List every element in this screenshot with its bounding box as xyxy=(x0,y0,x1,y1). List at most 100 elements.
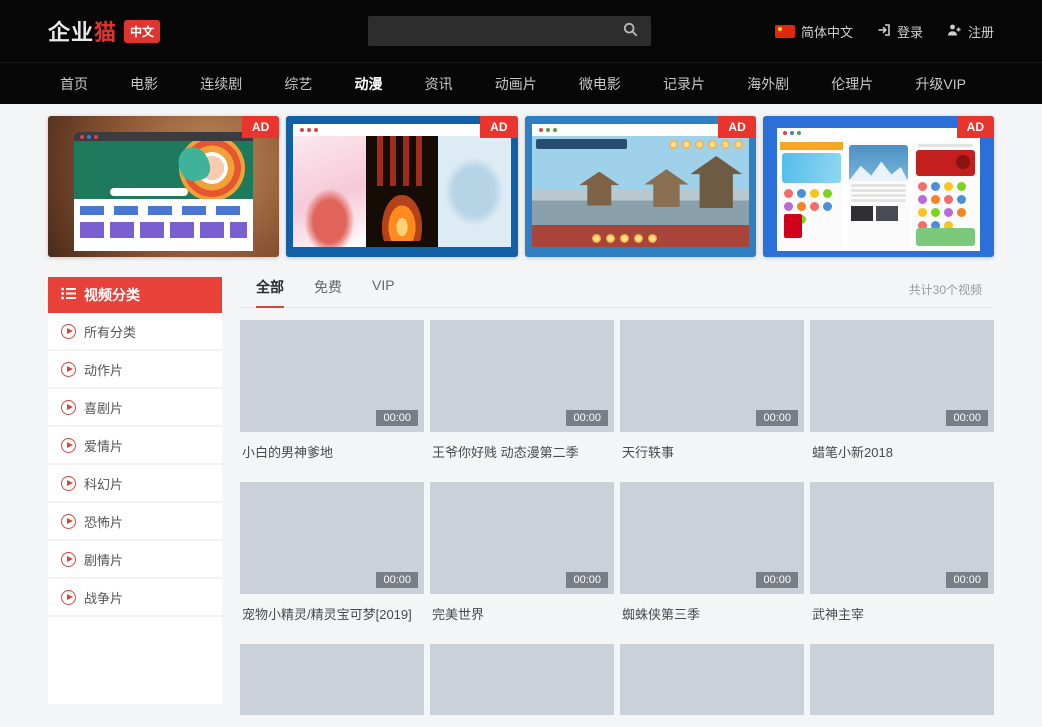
video-thumbnail xyxy=(240,644,424,715)
register-icon xyxy=(947,23,962,40)
duration-badge: 00:00 xyxy=(566,410,608,426)
search-bar xyxy=(368,16,651,46)
video-thumbnail: 00:00 xyxy=(240,482,424,594)
login-link[interactable]: 登录 xyxy=(877,22,923,41)
nav-item-9[interactable]: 记录片 xyxy=(663,74,705,94)
ad-badge: AD xyxy=(718,116,755,138)
tab-1[interactable]: 全部 xyxy=(256,277,284,308)
nav-item-3[interactable]: 连续剧 xyxy=(200,74,242,94)
top-header: 企业猫 中文 简体中文 登录 xyxy=(0,0,1042,62)
video-card[interactable]: 00:00 王爷你好贱 动态漫第二季 xyxy=(430,320,614,482)
video-card[interactable]: 00:00 蜡笔小新2018 xyxy=(810,320,994,482)
video-thumbnail: 00:00 xyxy=(810,320,994,432)
nav-item-4[interactable]: 综艺 xyxy=(284,74,312,94)
site-logo[interactable]: 企业猫 中文 xyxy=(48,15,160,47)
play-circle-icon xyxy=(61,362,76,377)
video-title: 蜡笔小新2018 xyxy=(812,442,992,461)
register-label: 注册 xyxy=(968,22,994,41)
video-title: 王爷你好贱 动态漫第二季 xyxy=(432,442,612,461)
banner-art xyxy=(539,128,557,132)
video-card[interactable]: 00:00武神主宰 xyxy=(810,482,994,644)
total-count: 共计30个视频 xyxy=(909,281,982,298)
duration-badge: 00:00 xyxy=(756,572,798,588)
sidebar-header: 视频分类 xyxy=(48,277,222,313)
play-circle-icon xyxy=(61,590,76,605)
language-switch[interactable]: 简体中文 xyxy=(775,22,853,41)
sidebar-item-label: 所有分类 xyxy=(84,322,136,341)
nav-item-10[interactable]: 海外剧 xyxy=(747,74,789,94)
ad-badge: AD xyxy=(480,116,517,138)
search-input[interactable] xyxy=(368,16,609,46)
nav-item-2[interactable]: 电影 xyxy=(130,74,158,94)
main-nav: 首页 电影 连续剧 综艺 动漫 资讯 动画片 微电影 记录片 海外剧 伦理片 升级VIP xyxy=(0,62,1042,104)
video-section: 全部免费VIP共计30个视频 00:00小白的男神爹地00:00王爷你好贱 动态… xyxy=(240,277,994,715)
ad-banner-4[interactable]: AD xyxy=(763,116,994,257)
sidebar-item-label: 科幻片 xyxy=(84,474,123,493)
ad-banner-3[interactable]: AD xyxy=(525,116,756,257)
sidebar-item-label: 喜剧片 xyxy=(84,398,123,417)
banner-art xyxy=(300,128,318,132)
sidebar-item-label: 动作片 xyxy=(84,360,123,379)
login-label: 登录 xyxy=(897,22,923,41)
sidebar-item-4[interactable]: 爱情片 xyxy=(48,427,222,465)
banner-art xyxy=(783,131,801,135)
category-sidebar: 视频分类 所有分类动作片喜剧片爱情片科幻片恐怖片剧情片战争片 xyxy=(48,277,222,704)
sidebar-title: 视频分类 xyxy=(84,285,140,305)
nav-item-7[interactable]: 动画片 xyxy=(495,74,537,94)
header-actions: 简体中文 登录 注册 xyxy=(775,0,994,62)
video-grid: 00:00小白的男神爹地00:00王爷你好贱 动态漫第二季00:00天行轶事00… xyxy=(240,320,994,715)
nav-item-12[interactable]: 升级VIP xyxy=(915,74,966,94)
play-circle-icon xyxy=(61,514,76,529)
video-thumbnail xyxy=(620,644,804,715)
tab-3[interactable]: VIP xyxy=(372,277,395,307)
video-title: 蜘蛛侠第三季 xyxy=(622,604,802,623)
nav-item-11[interactable]: 伦理片 xyxy=(831,74,873,94)
nav-item-8[interactable]: 微电影 xyxy=(579,74,621,94)
sidebar-item-label: 战争片 xyxy=(84,588,123,607)
login-icon xyxy=(877,23,891,40)
search-button[interactable] xyxy=(609,16,651,46)
sidebar-item-2[interactable]: 动作片 xyxy=(48,351,222,389)
play-circle-icon xyxy=(61,324,76,339)
banner-art xyxy=(74,141,253,199)
video-card[interactable]: 00:00小白的男神爹地 xyxy=(240,320,424,482)
logo-text-primary: 企业 xyxy=(48,15,94,47)
duration-badge: 00:00 xyxy=(376,410,418,426)
register-link[interactable]: 注册 xyxy=(947,22,994,41)
video-thumbnail: 00:00 xyxy=(620,482,804,594)
tab-2[interactable]: 免费 xyxy=(314,277,342,307)
banner-art xyxy=(80,206,247,215)
china-flag-icon xyxy=(775,25,795,38)
video-card[interactable]: 00:00完美世界 xyxy=(430,482,614,644)
video-thumbnail: 00:00 xyxy=(430,320,614,432)
nav-item-5[interactable]: 动漫 xyxy=(355,74,383,94)
video-title: 宠物小精灵/精灵宝可梦[2019] xyxy=(242,604,422,623)
sidebar-item-6[interactable]: 恐怖片 xyxy=(48,503,222,541)
ad-banner-1[interactable]: AD xyxy=(48,116,279,257)
duration-badge: 00:00 xyxy=(946,572,988,588)
sidebar-item-1[interactable]: 所有分类 xyxy=(48,313,222,351)
video-thumbnail: 00:00 xyxy=(620,320,804,432)
logo-language-badge: 中文 xyxy=(124,20,160,43)
play-circle-icon xyxy=(61,552,76,567)
video-card[interactable]: 00:00 宠物小精灵/精灵宝可梦[2019] xyxy=(240,482,424,644)
category-list: 所有分类动作片喜剧片爱情片科幻片恐怖片剧情片战争片 xyxy=(48,313,222,617)
video-card[interactable] xyxy=(620,644,804,715)
video-card[interactable] xyxy=(810,644,994,715)
ad-badge: AD xyxy=(242,116,279,138)
sidebar-item-3[interactable]: 喜剧片 xyxy=(48,389,222,427)
ad-badge: AD xyxy=(957,116,994,138)
sidebar-item-7[interactable]: 剧情片 xyxy=(48,541,222,579)
sidebar-item-label: 爱情片 xyxy=(84,436,123,455)
video-card[interactable]: 00:00天行轶事 xyxy=(620,320,804,482)
sidebar-item-5[interactable]: 科幻片 xyxy=(48,465,222,503)
duration-badge: 00:00 xyxy=(756,410,798,426)
nav-item-1[interactable]: 首页 xyxy=(60,74,88,94)
video-card[interactable] xyxy=(430,644,614,715)
video-card[interactable] xyxy=(240,644,424,715)
nav-item-6[interactable]: 资讯 xyxy=(425,74,453,94)
video-thumbnail xyxy=(430,644,614,715)
sidebar-item-8[interactable]: 战争片 xyxy=(48,579,222,617)
video-card[interactable]: 00:00 蜘蛛侠第三季 xyxy=(620,482,804,644)
ad-banner-2[interactable]: AD xyxy=(286,116,517,257)
